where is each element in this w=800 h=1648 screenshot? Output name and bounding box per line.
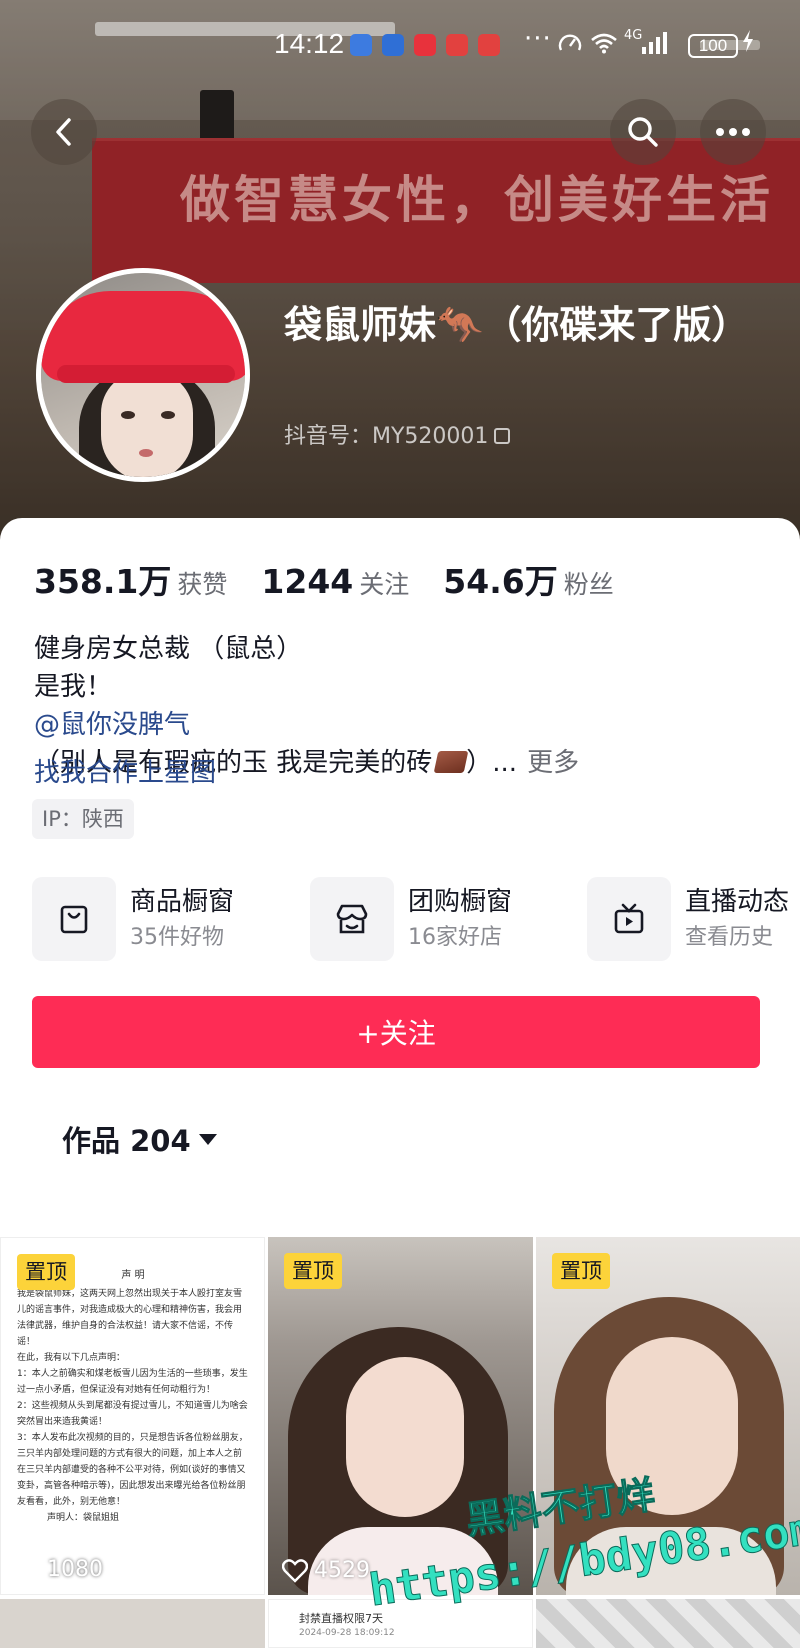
avatar[interactable] [36,268,250,482]
star-map-link[interactable]: 找我合作上星图 [34,752,216,789]
stat-value: 54.6万 [443,562,558,601]
video-person-face [346,1357,464,1517]
statement-line: 3：本人发布此次视频的目的，只是想告诉各位粉丝朋友，三只羊内部处理问题的方式有很… [17,1433,248,1507]
charging-icon [742,30,754,58]
service-title: 商品橱窗 [130,887,235,917]
status-bar: 14:12 ··· 4G 100 [0,24,800,64]
ip-location-tag: IP：陕西 [32,799,134,839]
like-count: 4529 [282,1558,370,1583]
service-product-window[interactable]: 商品橱窗 35件好物 [32,876,234,962]
stat-following[interactable]: 1244 关注 [261,562,409,601]
search-button[interactable] [610,99,676,165]
pinned-badge: 置顶 [17,1254,75,1290]
follow-button[interactable]: +关注 [32,996,760,1068]
cell-signal-icon [642,32,668,60]
service-group-buy[interactable]: 团购橱窗 16家好店 [310,876,512,962]
service-text: 团购橱窗 16家好店 [408,884,512,954]
more-icon [716,128,750,136]
search-icon [628,117,658,147]
heart-icon [15,1557,41,1582]
profile-name: 袋鼠师妹🦘（你碟来了版） [284,303,750,347]
stat-likes[interactable]: 358.1万 获赞 [34,555,227,603]
service-text: 直播动态 查看历史 [685,884,789,954]
notification-app-icon [382,34,404,56]
avatar-eye [121,411,135,419]
service-title: 团购橱窗 [408,887,513,917]
notification-app-icon [350,34,372,56]
profile-page: 做智慧女性，创美好生活 14:12 ··· 4G 100 袋鼠师妹🦘（你碟来了版… [0,0,800,1648]
statement-line: 我是袋鼠师妹，这两天网上忽然出现关于本人殴打室友雪儿的谣言事件，对我造成极大的心… [17,1289,243,1347]
heart-icon [282,1558,308,1583]
status-time: 14:12 [274,28,345,59]
statement-signature: 声明人：袋鼠姐姐 [47,1513,120,1523]
notification-app-icon [446,34,468,56]
stat-label: 关注 [359,570,410,599]
video-thumbnail[interactable] [0,1599,265,1648]
caret-down-icon [198,1133,217,1145]
stat-label: 粉丝 [563,570,614,599]
stat-followers[interactable]: 54.6万 粉丝 [443,555,613,603]
brick-emoji-icon [433,751,469,773]
services-row: 商品橱窗 35件好物 团购橱窗 16家好店 直播动态 查看历史 [32,876,800,962]
penalty-title: 封禁直播权限7天 [299,1612,383,1625]
service-live-replay[interactable]: 直播动态 查看历史 [587,876,789,962]
copy-icon[interactable] [494,428,511,444]
pinned-badge: 置顶 [284,1253,342,1289]
bio-mention-link[interactable]: @鼠你没脾气 [34,706,774,744]
bio-line: 是我！ [34,672,113,702]
network-type: 4G [624,28,643,43]
store-icon [310,877,394,961]
service-subtitle: 查看历史 [685,925,774,950]
pinned-badge: 置顶 [552,1253,610,1289]
penalty-date: 2024-09-28 18:09:12 [299,1628,395,1638]
bio-line: 健身房女总裁 （鼠总） [34,634,303,664]
bio-more-button[interactable]: 更多 [527,748,579,778]
tab-works[interactable]: 作品 204 [62,1118,217,1160]
tab-works-label: 作品 204 [62,1124,191,1158]
stats-row: 358.1万 获赞 1244 关注 54.6万 粉丝 [34,555,648,603]
wifi-icon [590,32,618,60]
video-thumbnail[interactable]: 置顶 4529 [268,1237,533,1595]
chevron-left-icon [56,118,71,146]
service-subtitle: 16家好店 [408,925,502,950]
service-text: 商品橱窗 35件好物 [130,884,234,954]
notification-app-icon [414,34,436,56]
douyin-id[interactable]: 抖音号：MY520001 [284,418,511,450]
video-thumbnail[interactable]: 声 明 我是袋鼠师妹，这两天网上忽然出现关于本人殴打室友雪儿的谣言事件，对我造成… [0,1237,265,1595]
avatar-eye [161,411,175,419]
avatar-face [101,371,193,477]
avatar-mouth [139,449,153,457]
stat-value: 1244 [261,562,354,601]
like-count-value: 4529 [314,1558,370,1583]
video-thumbnail[interactable] [536,1599,800,1648]
douyin-id-text: 抖音号：MY520001 [284,424,489,449]
stat-label: 获赞 [177,570,228,599]
back-button[interactable] [31,99,97,165]
more-options-button[interactable] [700,99,766,165]
bag-icon [32,877,116,961]
notification-app-icon [478,34,500,56]
tv-icon [587,877,671,961]
bio-line-end: ）... [466,748,518,778]
speed-icon [558,32,582,60]
battery-indicator: 100 [688,34,738,58]
statement-line: 2：这些视频从头到尾都没有提过雪儿，不知道雪儿为啥会突然冒出来造我黄谣！ [17,1401,248,1427]
service-subtitle: 35件好物 [130,925,224,950]
service-title: 直播动态 [685,887,790,917]
statement-document: 声 明 我是袋鼠师妹，这两天网上忽然出现关于本人殴打室友雪儿的谣言事件，对我造成… [17,1268,249,1526]
like-count: 1080 [15,1557,103,1582]
stat-value: 358.1万 [34,562,172,601]
statement-line: 1：本人之前确实和煤老板雪儿因为生活的一些琐事，发生过一点小矛盾，但保证没有对她… [17,1369,248,1395]
avatar-hat-band [57,365,235,383]
statement-line: 在此，我有以下几点声明： [17,1353,126,1363]
status-more-icon: ··· [524,24,552,54]
like-count-value: 1080 [47,1557,103,1582]
